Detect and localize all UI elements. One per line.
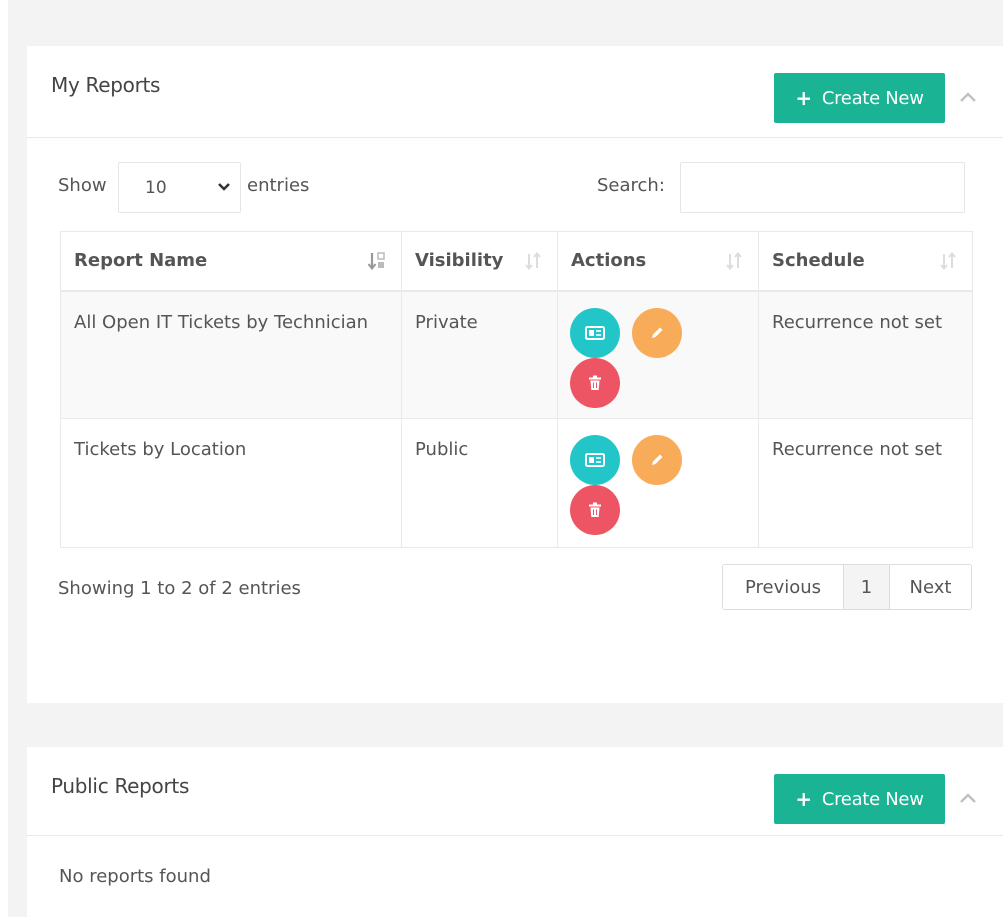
- schedule-cell: Recurrence not set: [758, 290, 973, 419]
- delete-button[interactable]: [570, 485, 620, 535]
- visibility-cell: Public: [401, 418, 558, 548]
- visibility-cell: Private: [401, 290, 558, 419]
- id-card-icon: [585, 453, 605, 467]
- delete-button[interactable]: [570, 357, 620, 408]
- column-header-visibility[interactable]: Visibility: [401, 231, 558, 292]
- show-label: Show: [58, 175, 107, 196]
- trash-icon: [589, 502, 601, 517]
- entries-select-value: 10: [145, 177, 167, 198]
- previous-page-button[interactable]: Previous: [723, 565, 844, 609]
- edit-button[interactable]: [632, 435, 682, 485]
- trash-icon: [589, 375, 601, 390]
- sort-icon: [940, 251, 956, 271]
- chevron-down-icon: [218, 183, 230, 191]
- table-row: All Open IT Tickets by Technician Privat…: [60, 290, 973, 419]
- column-label: Report Name: [74, 250, 208, 272]
- my-reports-title: My Reports: [51, 73, 161, 97]
- entries-select[interactable]: 10: [118, 162, 241, 213]
- public-reports-panel: Public Reports + Create New No reports f…: [27, 747, 1003, 917]
- column-label: Schedule: [772, 250, 865, 272]
- entries-label: entries: [247, 175, 310, 196]
- left-strip: [0, 0, 8, 917]
- column-label: Visibility: [415, 250, 504, 272]
- view-button[interactable]: [570, 307, 620, 358]
- table-header-row: Report Name Visibility Actions Schedule: [60, 231, 973, 292]
- plus-icon: +: [795, 787, 812, 811]
- column-header-actions[interactable]: Actions: [557, 231, 759, 292]
- report-name-cell: All Open IT Tickets by Technician: [60, 290, 402, 419]
- chevron-up-icon: [960, 793, 976, 803]
- sort-icon: [525, 251, 541, 271]
- public-reports-title: Public Reports: [51, 774, 190, 798]
- view-button[interactable]: [570, 435, 620, 485]
- id-card-icon: [585, 325, 605, 340]
- actions-cell: [557, 290, 759, 419]
- pencil-icon: [652, 454, 663, 465]
- column-header-report-name[interactable]: Report Name: [60, 231, 402, 292]
- my-reports-header: My Reports + Create New: [27, 46, 1003, 138]
- column-label: Actions: [571, 250, 647, 272]
- collapse-button[interactable]: [957, 787, 979, 809]
- actions-cell: [557, 418, 759, 548]
- create-new-label: Create New: [821, 87, 924, 109]
- pencil-icon: [652, 327, 663, 338]
- plus-icon: +: [795, 86, 812, 110]
- page-1-button[interactable]: 1: [844, 565, 890, 609]
- search-label: Search:: [597, 175, 665, 196]
- column-header-schedule[interactable]: Schedule: [758, 231, 973, 292]
- next-page-button[interactable]: Next: [890, 565, 971, 609]
- sort-alpha-down-icon: [367, 252, 385, 271]
- report-name-cell: Tickets by Location: [60, 418, 402, 548]
- empty-message: No reports found: [59, 866, 211, 887]
- schedule-cell: Recurrence not set: [758, 418, 973, 548]
- create-new-button[interactable]: + Create New: [774, 73, 945, 123]
- table-info: Showing 1 to 2 of 2 entries: [58, 578, 301, 599]
- chevron-up-icon: [960, 92, 976, 102]
- table-row: Tickets by Location Public Recurrence no…: [60, 418, 973, 548]
- collapse-button[interactable]: [957, 86, 979, 108]
- reports-table: Report Name Visibility Actions Schedule …: [60, 231, 973, 548]
- pagination: Previous 1 Next: [722, 564, 972, 610]
- create-new-label: Create New: [821, 788, 924, 810]
- public-reports-header: Public Reports + Create New: [27, 747, 1003, 836]
- my-reports-panel: My Reports + Create New Show 10 entries …: [27, 46, 1003, 703]
- search-input[interactable]: [680, 162, 965, 213]
- edit-button[interactable]: [632, 307, 682, 358]
- create-new-button[interactable]: + Create New: [774, 774, 945, 824]
- sort-icon: [726, 251, 742, 271]
